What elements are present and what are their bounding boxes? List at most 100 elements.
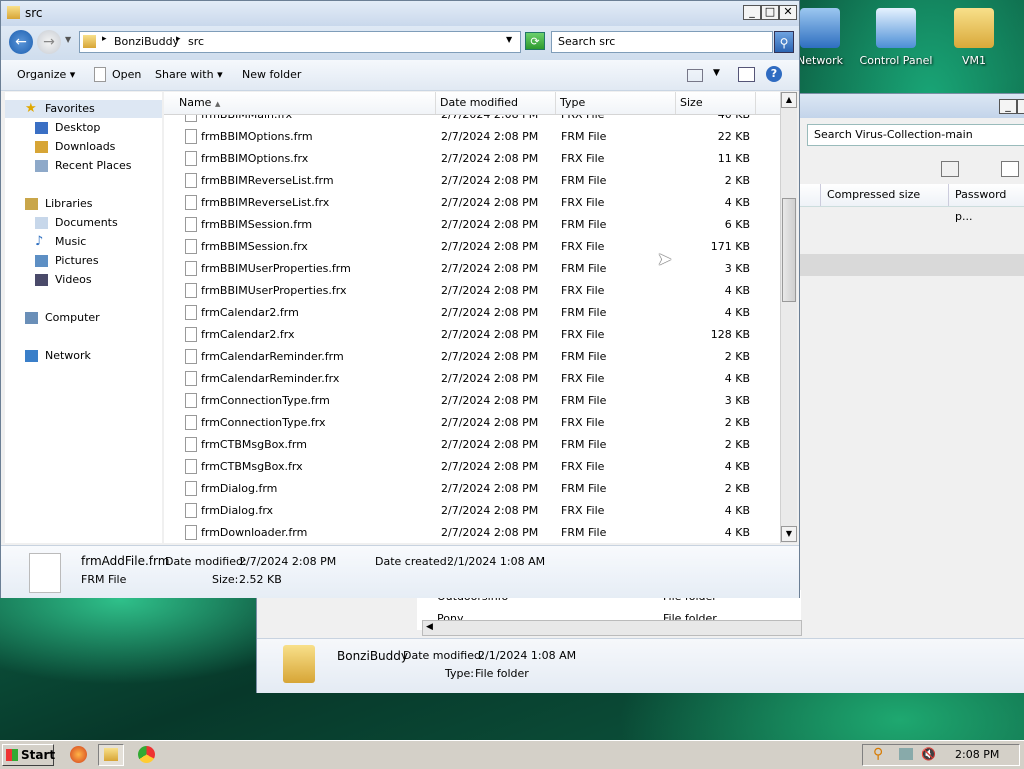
explorer-window[interactable]: src _ □ ✕ ← → ▼ ▸ BonziBuddy ▸ src ▼ ⟳ S…: [0, 0, 800, 598]
help-icon[interactable]: ?: [766, 66, 782, 82]
volume-muted-icon[interactable]: 🔇: [921, 747, 936, 761]
table-row[interactable]: frmBBIMUserProperties.frx 2/7/2024 2:08 P…: [164, 280, 780, 302]
back-preview-pane-icon[interactable]: [1001, 161, 1019, 177]
table-row[interactable]: frmBBIMReverseList.frx 2/7/2024 2:08 PM FR…: [164, 192, 780, 214]
table-row[interactable]: frmBBIMSession.frm 2/7/2024 2:08 PM FRM Fi…: [164, 214, 780, 236]
file-name: frmCalendarReminder.frm: [201, 350, 344, 363]
search-icon[interactable]: ⚲: [774, 31, 794, 53]
nav-network[interactable]: Network: [5, 347, 162, 365]
minimize-button[interactable]: _: [743, 5, 761, 20]
table-row[interactable]: frmCTBMsgBox.frm 2/7/2024 2:08 PM FRM File…: [164, 434, 780, 456]
file-icon: [185, 261, 197, 276]
scroll-left-icon[interactable]: ◀: [426, 622, 433, 632]
change-view-icon[interactable]: [687, 69, 703, 82]
file-date: 2/7/2024 2:08 PM: [441, 460, 539, 473]
table-row[interactable]: frmBBIMReverseList.frm 2/7/2024 2:08 PM FR…: [164, 170, 780, 192]
chrome-icon[interactable]: [138, 746, 155, 763]
file-name: frmBBIMReverseList.frx: [201, 196, 330, 209]
file-list: Name ▲ Date modified Type Size frmBBIMMa…: [164, 92, 780, 543]
file-type: FRM File: [561, 438, 607, 451]
file-name: frmConnectionType.frx: [201, 416, 326, 429]
table-row[interactable]: frmDialog.frx 2/7/2024 2:08 PM FRX File 4 K…: [164, 500, 780, 522]
table-row[interactable]: frmCalendar2.frx 2/7/2024 2:08 PM FRX File…: [164, 324, 780, 346]
file-icon: [29, 553, 61, 593]
table-row[interactable]: frmBBIMSession.frx 2/7/2024 2:08 PM FRX Fi…: [164, 236, 780, 258]
search-placeholder: Search src: [558, 35, 616, 48]
navigation-pane: ★ Favorites Desktop Downloads Recent Pla…: [5, 92, 162, 543]
table-row[interactable]: frmCalendarReminder.frx 2/7/2024 2:08 PM F…: [164, 368, 780, 390]
file-size: 4 KB: [724, 372, 750, 385]
table-row[interactable]: frmConnectionType.frm 2/7/2024 2:08 PM FRM…: [164, 390, 780, 412]
refresh-button[interactable]: ⟳: [525, 32, 545, 50]
nav-downloads[interactable]: Downloads: [5, 138, 162, 156]
column-date-modified[interactable]: Date modified: [436, 92, 556, 114]
scroll-down-icon[interactable]: ▼: [781, 526, 797, 542]
back-button[interactable]: ←: [9, 30, 33, 54]
breadcrumb-separator-icon[interactable]: ▸: [176, 34, 181, 44]
breadcrumb-item[interactable]: src: [188, 35, 204, 48]
organize-button[interactable]: Organize ▾: [17, 68, 75, 81]
vertical-scrollbar[interactable]: ▲ ▼: [780, 92, 797, 543]
share-with-button[interactable]: Share with ▾: [155, 68, 223, 81]
back-horizontal-scrollbar[interactable]: ◀: [422, 620, 802, 636]
address-bar[interactable]: ▸ BonziBuddy ▸ src ▼: [79, 31, 521, 53]
column-size[interactable]: Size: [676, 92, 756, 114]
breadcrumb-item[interactable]: BonziBuddy: [114, 35, 179, 48]
desktop-icon-control-panel[interactable]: Control Panel: [858, 8, 934, 67]
back-search-input[interactable]: Search Virus-Collection-main: [807, 124, 1024, 146]
column-type[interactable]: Type: [556, 92, 676, 114]
firefox-icon[interactable]: [70, 746, 87, 763]
open-button[interactable]: Open: [112, 68, 141, 81]
window-titlebar[interactable]: src _ □ ✕: [1, 1, 799, 26]
clock[interactable]: 2:08 PM: [955, 748, 999, 761]
nav-computer[interactable]: Computer: [5, 309, 162, 327]
breadcrumb-separator-icon[interactable]: ▸: [102, 34, 107, 44]
scroll-up-icon[interactable]: ▲: [781, 92, 797, 108]
maximize-button[interactable]: □: [761, 5, 779, 20]
nav-documents[interactable]: Documents: [5, 214, 162, 232]
table-row[interactable]: frmBBIMOptions.frx 2/7/2024 2:08 PM FRX Fi…: [164, 148, 780, 170]
desktop-icon-vm1[interactable]: VM1: [936, 8, 1012, 67]
nav-music[interactable]: ♪ Music: [5, 233, 162, 251]
file-size: 22 KB: [717, 130, 750, 143]
back-column-password[interactable]: Password p...: [948, 184, 1024, 223]
nav-libraries[interactable]: Libraries: [5, 195, 162, 213]
nav-recent-places[interactable]: Recent Places: [5, 157, 162, 175]
nav-favorites[interactable]: ★ Favorites: [5, 100, 162, 118]
taskbar-explorer-button[interactable]: [98, 744, 124, 766]
preview-pane-icon[interactable]: [738, 67, 755, 82]
desktop-icon: [35, 122, 48, 134]
table-row[interactable]: frmCalendar2.frm 2/7/2024 2:08 PM FRM File…: [164, 302, 780, 324]
start-button[interactable]: Start: [2, 744, 55, 766]
file-date: 2/7/2024 2:08 PM: [441, 504, 539, 517]
address-bar-row: ← → ▼ ▸ BonziBuddy ▸ src ▼ ⟳ Search src …: [1, 26, 799, 60]
new-folder-button[interactable]: New folder: [242, 68, 301, 81]
file-type: FRX File: [561, 152, 605, 165]
back-column-compressed-size[interactable]: Compressed size: [820, 184, 948, 206]
windows-logo-icon: [6, 749, 18, 761]
chevron-down-icon[interactable]: ▼: [65, 35, 71, 44]
nav-desktop[interactable]: Desktop: [5, 119, 162, 137]
table-row[interactable]: frmDownloader.frm 2/7/2024 2:08 PM FRM Fil…: [164, 522, 780, 543]
table-row[interactable]: frmCalendarReminder.frm 2/7/2024 2:08 PM F…: [164, 346, 780, 368]
scrollbar-thumb[interactable]: [782, 198, 796, 302]
table-row[interactable]: frmBBIMUserProperties.frm 2/7/2024 2:08 P…: [164, 258, 780, 280]
search-input[interactable]: Search src: [551, 31, 773, 53]
search-icon[interactable]: ⚲: [873, 746, 883, 762]
view-dropdown-icon[interactable]: ▼: [713, 68, 720, 78]
back-view-icon[interactable]: [941, 161, 959, 177]
back-maximize-button[interactable]: [1017, 99, 1024, 114]
table-row[interactable]: frmDialog.frm 2/7/2024 2:08 PM FRM File 2 K…: [164, 478, 780, 500]
network-status-icon[interactable]: [899, 748, 913, 760]
back-minimize-button[interactable]: _: [999, 99, 1017, 114]
forward-button[interactable]: →: [37, 30, 61, 54]
address-dropdown-icon[interactable]: ▼: [506, 35, 512, 44]
close-button[interactable]: ✕: [779, 5, 797, 20]
nav-videos[interactable]: Videos: [5, 271, 162, 289]
table-row[interactable]: frmConnectionType.frx 2/7/2024 2:08 PM FRX…: [164, 412, 780, 434]
nav-pictures[interactable]: Pictures: [5, 252, 162, 270]
column-name[interactable]: Name ▲: [164, 92, 436, 114]
file-size: 3 KB: [724, 394, 750, 407]
table-row[interactable]: frmCTBMsgBox.frx 2/7/2024 2:08 PM FRX File…: [164, 456, 780, 478]
table-row[interactable]: frmBBIMOptions.frm 2/7/2024 2:08 PM FRM Fi…: [164, 126, 780, 148]
